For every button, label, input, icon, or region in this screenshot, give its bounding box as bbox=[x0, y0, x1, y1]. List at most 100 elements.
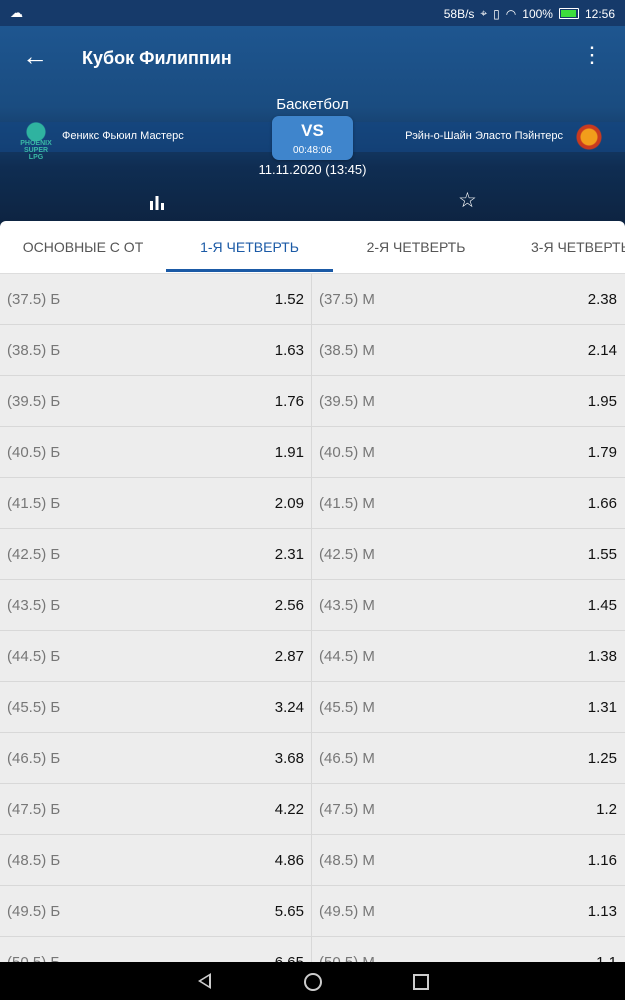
under-odd: 2.14 bbox=[587, 341, 617, 359]
under-odd-cell[interactable]: (48.5) М 1.16 bbox=[312, 835, 624, 885]
nav-recents-icon[interactable] bbox=[413, 974, 429, 990]
home-team-logo-text: PHOENIX SUPER LPG bbox=[20, 140, 52, 161]
under-odd: 1.13 bbox=[587, 902, 617, 920]
match-header: ← Кубок Филиппин ⋮ Баскетбол PHOENIX SUP… bbox=[0, 26, 625, 228]
odds-row: (37.5) Б 1.52 (37.5) М 2.38 bbox=[0, 274, 625, 325]
under-odd-cell[interactable]: (37.5) М 2.38 bbox=[312, 274, 624, 324]
wifi-icon: ◠ bbox=[505, 6, 517, 21]
under-odd-cell[interactable]: (46.5) М 1.25 bbox=[312, 733, 624, 783]
under-odd: 1.55 bbox=[587, 545, 617, 563]
away-team-name: Рэйн-о-Шайн Эласто Пэйнтерс bbox=[405, 130, 563, 142]
back-arrow-icon[interactable]: ← bbox=[22, 43, 48, 69]
odds-row: (41.5) Б 2.09 (41.5) М 1.66 bbox=[0, 478, 625, 529]
over-odd: 4.22 bbox=[274, 800, 304, 818]
network-speed: 58B/s bbox=[443, 6, 475, 21]
over-label: (42.5) Б bbox=[7, 545, 61, 563]
over-label: (49.5) Б bbox=[7, 902, 61, 920]
over-odd-cell[interactable]: (45.5) Б 3.24 bbox=[0, 682, 312, 732]
over-label: (45.5) Б bbox=[7, 698, 61, 716]
under-odd: 1.31 bbox=[587, 698, 617, 716]
under-odd-cell[interactable]: (49.5) М 1.13 bbox=[312, 886, 624, 936]
under-odd: 1.38 bbox=[587, 647, 617, 665]
under-label: (46.5) М bbox=[319, 749, 375, 767]
over-label: (43.5) Б bbox=[7, 596, 61, 614]
over-label: (47.5) Б bbox=[7, 800, 61, 818]
under-odd: 1.66 bbox=[587, 494, 617, 512]
over-odd-cell[interactable]: (42.5) Б 2.31 bbox=[0, 529, 312, 579]
over-odd: 1.76 bbox=[274, 392, 304, 410]
over-odd: 2.56 bbox=[274, 596, 304, 614]
under-label: (47.5) М bbox=[319, 800, 375, 818]
over-odd-cell[interactable]: (47.5) Б 4.22 bbox=[0, 784, 312, 834]
under-odd: 1.79 bbox=[587, 443, 617, 461]
nav-back-icon-inner bbox=[201, 976, 209, 986]
under-odd-cell[interactable]: (41.5) М 1.66 bbox=[312, 478, 624, 528]
over-odd: 6.65 bbox=[274, 953, 304, 963]
odds-row: (40.5) Б 1.91 (40.5) М 1.79 bbox=[0, 427, 625, 478]
under-label: (43.5) М bbox=[319, 596, 375, 614]
tab-quarter-1[interactable]: 1-Я ЧЕТВЕРТЬ bbox=[166, 221, 333, 273]
battery-icon bbox=[558, 8, 579, 19]
over-odd-cell[interactable]: (41.5) Б 2.09 bbox=[0, 478, 312, 528]
vibrate-icon: ▯ bbox=[493, 6, 500, 21]
location-icon: ⌖ bbox=[480, 6, 488, 20]
over-odd-cell[interactable]: (38.5) Б 1.63 bbox=[0, 325, 312, 375]
active-tab-indicator bbox=[166, 269, 333, 272]
under-odd-cell[interactable]: (39.5) М 1.95 bbox=[312, 376, 624, 426]
clock: 12:56 bbox=[584, 6, 615, 21]
nav-home-icon[interactable] bbox=[304, 973, 322, 991]
statistics-icon[interactable] bbox=[149, 194, 165, 210]
under-odd: 1.1 bbox=[596, 953, 617, 963]
page-title: Кубок Филиппин bbox=[82, 48, 232, 68]
tab-quarter-3[interactable]: 3-Я ЧЕТВЕРТЬ bbox=[531, 221, 625, 273]
under-odd: 1.2 bbox=[596, 800, 617, 818]
over-odd: 2.31 bbox=[274, 545, 304, 563]
over-odd: 2.87 bbox=[274, 647, 304, 665]
over-odd-cell[interactable]: (44.5) Б 2.87 bbox=[0, 631, 312, 681]
totals-odds-grid: (37.5) Б 1.52 (37.5) М 2.38 (38.5) Б 1.63 (… bbox=[0, 274, 625, 962]
over-odd-cell[interactable]: (49.5) Б 5.65 bbox=[0, 886, 312, 936]
over-odd-cell[interactable]: (43.5) Б 2.56 bbox=[0, 580, 312, 630]
over-odd-cell[interactable]: (50.5) Б 6.65 bbox=[0, 937, 312, 962]
under-odd-cell[interactable]: (43.5) М 1.45 bbox=[312, 580, 624, 630]
under-odd-cell[interactable]: (47.5) М 1.2 bbox=[312, 784, 624, 834]
over-odd-cell[interactable]: (48.5) Б 4.86 bbox=[0, 835, 312, 885]
under-odd-cell[interactable]: (42.5) М 1.55 bbox=[312, 529, 624, 579]
over-odd: 3.68 bbox=[274, 749, 304, 767]
home-team-logo: PHOENIX SUPER LPG bbox=[16, 120, 56, 161]
over-odd-cell[interactable]: (40.5) Б 1.91 bbox=[0, 427, 312, 477]
over-odd: 1.52 bbox=[274, 290, 304, 308]
odds-row: (47.5) Б 4.22 (47.5) М 1.2 bbox=[0, 784, 625, 835]
over-label: (41.5) Б bbox=[7, 494, 61, 512]
odds-row: (49.5) Б 5.65 (49.5) М 1.13 bbox=[0, 886, 625, 937]
favorite-star-icon[interactable]: ☆ bbox=[458, 190, 477, 211]
under-odd: 1.45 bbox=[587, 596, 617, 614]
under-odd-cell[interactable]: (44.5) М 1.38 bbox=[312, 631, 624, 681]
under-odd: 2.38 bbox=[587, 290, 617, 308]
odds-row: (48.5) Б 4.86 (48.5) М 1.16 bbox=[0, 835, 625, 886]
under-label: (49.5) М bbox=[319, 902, 375, 920]
under-odd-cell[interactable]: (40.5) М 1.79 bbox=[312, 427, 624, 477]
tab-main[interactable]: ОСНОВНЫЕ С ОТ bbox=[0, 221, 166, 273]
over-odd-cell[interactable]: (46.5) Б 3.68 bbox=[0, 733, 312, 783]
tab-quarter-2[interactable]: 2-Я ЧЕТВЕРТЬ bbox=[333, 221, 499, 273]
over-odd-cell[interactable]: (39.5) Б 1.76 bbox=[0, 376, 312, 426]
status-bar: ☁ 58B/s ⌖ ▯ ◠ 100% 12:56 bbox=[0, 0, 625, 26]
under-odd-cell[interactable]: (50.5) М 1.1 bbox=[312, 937, 624, 963]
under-label: (44.5) М bbox=[319, 647, 375, 665]
odds-row: (45.5) Б 3.24 (45.5) М 1.31 bbox=[0, 682, 625, 733]
more-options-icon[interactable]: ⋮ bbox=[581, 44, 603, 66]
over-label: (50.5) Б bbox=[7, 953, 61, 963]
under-odd-cell[interactable]: (38.5) М 2.14 bbox=[312, 325, 624, 375]
over-label: (44.5) Б bbox=[7, 647, 61, 665]
odds-row: (43.5) Б 2.56 (43.5) М 1.45 bbox=[0, 580, 625, 631]
under-odd-cell[interactable]: (45.5) М 1.31 bbox=[312, 682, 624, 732]
sport-name: Баскетбол bbox=[276, 96, 349, 113]
cloud-icon: ☁ bbox=[10, 5, 23, 20]
match-date: 11.11.2020 (13:45) bbox=[258, 162, 367, 177]
over-label: (48.5) Б bbox=[7, 851, 61, 869]
under-label: (38.5) М bbox=[319, 341, 375, 359]
over-label: (39.5) Б bbox=[7, 392, 61, 410]
odds-row: (39.5) Б 1.76 (39.5) М 1.95 bbox=[0, 376, 625, 427]
over-odd-cell[interactable]: (37.5) Б 1.52 bbox=[0, 274, 312, 324]
